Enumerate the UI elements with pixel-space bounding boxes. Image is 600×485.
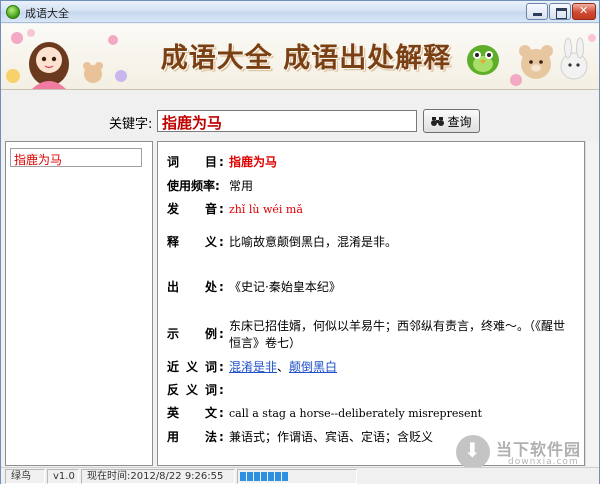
app-icon xyxy=(6,5,20,19)
detail-english-value: call a stag a horse--deliberately misrep… xyxy=(229,407,483,420)
result-list[interactable]: 指鹿为马 xyxy=(5,141,153,466)
status-progress xyxy=(237,469,357,484)
search-button[interactable]: 查询 xyxy=(423,109,480,133)
progress-segment xyxy=(282,472,288,481)
banner: 成语大全 成语出处解释 xyxy=(1,24,599,90)
detail-label: 使用频率: xyxy=(167,179,220,193)
detail-panel: 词目: 指鹿为马 使用频率: 常用 发音: zhǐ lù wéi mǎ 释义: … xyxy=(157,141,585,466)
status-bar: 绿鸟 v1.0 现在时间:2012/8/22 9:26:55 xyxy=(1,467,599,484)
detail-scrollbar[interactable] xyxy=(585,141,599,466)
synonym-separator: 、 xyxy=(277,360,290,374)
window-title: 成语大全 xyxy=(25,7,69,20)
synonym-link[interactable]: 混淆是非 xyxy=(229,360,277,374)
detail-synonyms-value: 混淆是非、颠倒黑白 xyxy=(229,359,569,376)
detail-pinyin-value: zhǐ lù wéi mǎ xyxy=(229,203,303,216)
detail-source-value: 《史记·秦始皇本纪》 xyxy=(229,280,341,294)
progress-segment xyxy=(275,472,281,481)
progress-segment xyxy=(261,472,267,481)
keyword-label: 关键字: xyxy=(109,117,153,132)
progress-segment xyxy=(254,472,260,481)
progress-segment xyxy=(268,472,274,481)
keyword-input[interactable]: 指鹿为马 xyxy=(157,110,417,132)
status-version: v1.0 xyxy=(47,469,79,484)
detail-example-value: 东床已招佳婿，何似以羊易牛；西邻纵有责言，终难～。（《醒世恒言》卷七） xyxy=(229,319,566,350)
green-bird-icon xyxy=(467,45,499,75)
title-bar: 成语大全 xyxy=(1,1,599,23)
search-button-label: 查询 xyxy=(447,114,472,129)
watermark-url: downxia.com xyxy=(508,457,579,467)
binoculars-icon xyxy=(431,116,445,126)
banner-title: 成语大全 成语出处解释 xyxy=(160,43,452,74)
status-user: 绿鸟 xyxy=(5,469,45,484)
app-window: 成语大全 成语大全 成语出处解释 xyxy=(0,0,600,484)
close-button[interactable] xyxy=(572,3,596,20)
detail-word-value: 指鹿为马 xyxy=(229,155,278,169)
synonym-link[interactable]: 颠倒黑白 xyxy=(289,360,337,374)
maximize-button[interactable] xyxy=(549,3,571,20)
minimize-button[interactable] xyxy=(526,3,548,20)
detail-frequency-value: 常用 xyxy=(229,179,254,193)
teddy-bears-icon xyxy=(510,34,596,86)
progress-segment xyxy=(240,472,246,481)
progress-bar xyxy=(240,472,354,485)
download-icon xyxy=(456,435,490,469)
progress-segment xyxy=(247,472,253,481)
list-item[interactable]: 指鹿为马 xyxy=(10,148,142,167)
status-time: 现在时间:2012/8/22 9:26:55 xyxy=(81,469,235,484)
cartoon-girl-icon xyxy=(6,29,127,89)
detail-meaning-value: 比喻故意颠倒黑白，混淆是非。 xyxy=(229,235,398,249)
